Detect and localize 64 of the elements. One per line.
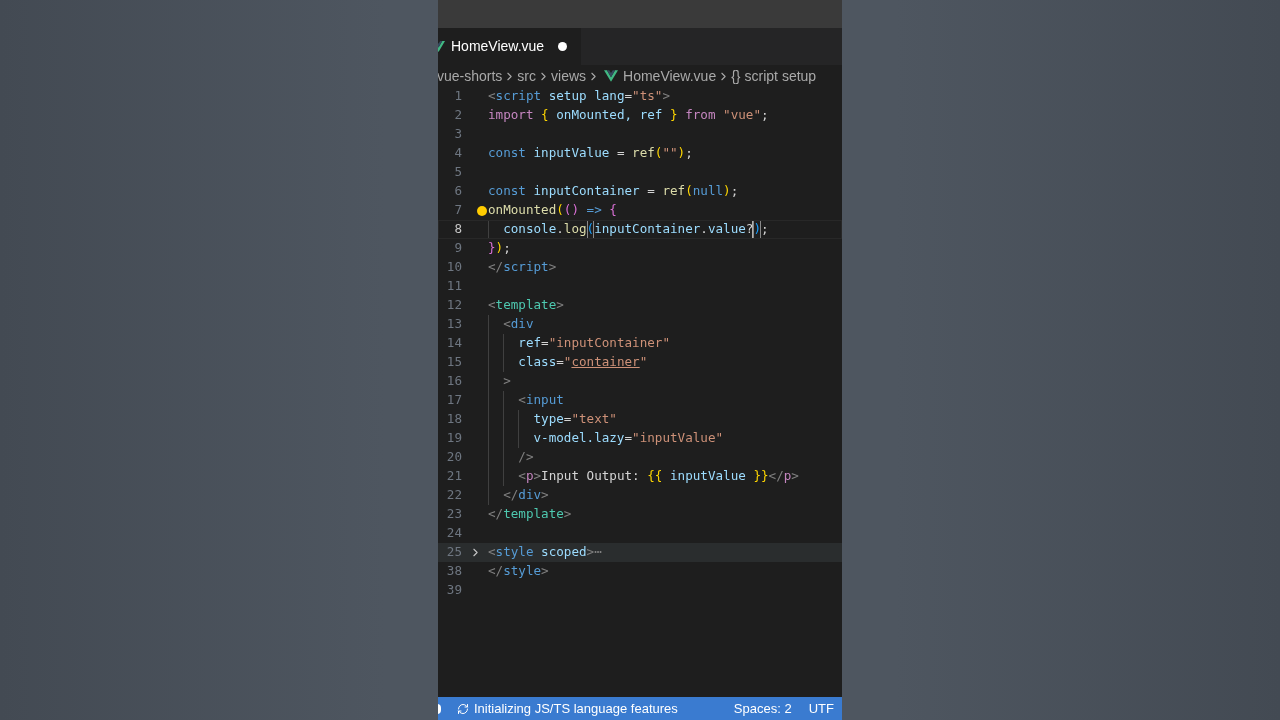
code-text: </div> <box>488 486 549 505</box>
status-item[interactable]: UTF <box>808 698 834 719</box>
line-number: 25 <box>445 543 462 562</box>
line-number: 6 <box>453 182 462 201</box>
line-number: 12 <box>445 296 462 315</box>
braces-symbol: {} <box>731 66 741 86</box>
code-text: const inputValue = ref(""); <box>488 144 693 163</box>
line-number: 15 <box>445 353 462 372</box>
line-number: 9 <box>453 239 462 258</box>
status-item[interactable]: Spaces: 2 <box>733 698 792 719</box>
code-text: </style> <box>488 562 549 581</box>
code-text: <script setup lang="ts"> <box>488 87 671 106</box>
code-text: ref="inputContainer" <box>488 334 670 353</box>
code-text: <p>Input Output: {{ inputValue }}</p> <box>488 467 799 486</box>
status-indicator-icon <box>438 703 441 714</box>
line-number: 2 <box>453 106 462 125</box>
line-number: 7 <box>453 201 462 220</box>
line-number: 5 <box>453 163 462 182</box>
line-number: 4 <box>453 144 462 163</box>
code-text: > <box>488 372 511 391</box>
code-text: /> <box>488 448 534 467</box>
line-number: 19 <box>445 429 462 448</box>
lightbulb-icon[interactable] <box>477 205 487 216</box>
code-text: </script> <box>488 258 557 277</box>
line-number: 16 <box>445 372 462 391</box>
line-number: 1 <box>453 87 462 106</box>
line-number: 13 <box>445 315 462 334</box>
code-text: <div <box>488 315 534 334</box>
line-number: 39 <box>445 581 462 600</box>
line-number: 17 <box>445 391 462 410</box>
code-text: }); <box>488 239 511 258</box>
code-text: <style scoped>⋯ <box>488 543 602 562</box>
breadcrumb-item[interactable]: script setup <box>744 65 817 87</box>
line-number: 38 <box>445 562 462 581</box>
line-number: 21 <box>445 467 462 486</box>
editor-tab[interactable]: HomeView.vue <box>438 28 582 65</box>
line-number: 24 <box>445 524 462 543</box>
vue-icon <box>604 70 619 82</box>
line-number: 20 <box>445 448 462 467</box>
code-text: type="text" <box>488 410 617 429</box>
code-text: <input <box>488 391 564 410</box>
code-text: onMounted(() => { <box>488 201 617 220</box>
code-text: </template> <box>488 505 572 524</box>
line-number: 11 <box>445 277 462 296</box>
sync-icon <box>457 702 469 715</box>
line-number: 23 <box>445 505 462 524</box>
line-number: 8 <box>453 220 462 239</box>
line-number: 22 <box>445 486 462 505</box>
code-text: const inputContainer = ref(null); <box>488 182 739 201</box>
line-number: 10 <box>445 258 462 277</box>
tab-label: HomeView.vue <box>451 37 545 56</box>
text-cursor <box>752 221 755 238</box>
code-text: console.log(inputContainer.value?); <box>488 220 769 239</box>
line-number: 14 <box>445 334 462 353</box>
breadcrumb-item[interactable]: views <box>551 65 587 87</box>
breadcrumb-item[interactable]: HomeView.vue <box>623 65 717 87</box>
breadcrumb-item[interactable]: src <box>517 65 537 87</box>
status-item[interactable]: Initializing JS/TS language features <box>457 698 678 719</box>
code-text: <template> <box>488 296 564 315</box>
code-text: class="container" <box>488 353 648 372</box>
line-number: 18 <box>445 410 462 429</box>
code-text: v-model.lazy="inputValue" <box>488 429 724 448</box>
code-text: import { onMounted, ref } from "vue"; <box>488 106 769 125</box>
line-number: 3 <box>453 125 462 144</box>
